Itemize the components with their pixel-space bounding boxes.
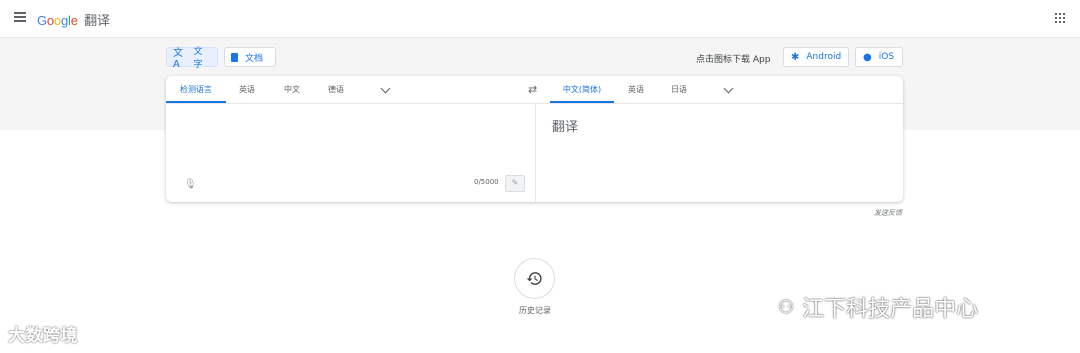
history-label: 历史记录 — [519, 306, 551, 315]
watermark-left-text: 大数跨境 — [8, 326, 78, 346]
history-icon — [526, 272, 542, 285]
microphone-icon[interactable]: 🎙 — [184, 179, 197, 190]
language-bar: 检测语言 英语 中文 德语 ⇄ 中文(简体) 英语 日语 — [166, 76, 903, 104]
watermark-right-text: 江下科技产品中心 — [802, 297, 979, 322]
logo-letter: G — [37, 13, 47, 28]
document-mode-button[interactable]: 文档 — [224, 47, 276, 67]
android-icon: ✱ — [791, 51, 800, 63]
logo-letter: o — [46, 13, 54, 28]
android-app-button[interactable]: ✱ Android — [783, 47, 849, 67]
logo-letter: g — [60, 13, 69, 28]
handwriting-pencil-icon[interactable]: ✎ — [505, 175, 525, 192]
character-counter: 0/5000 — [474, 178, 499, 186]
document-icon — [231, 52, 238, 62]
wechat-icon: ⚇ — [778, 296, 795, 318]
text-mode-label: 文字 — [193, 47, 203, 70]
tab-target-english[interactable]: 英语 — [621, 76, 651, 103]
tab-source-german[interactable]: 德语 — [321, 76, 351, 103]
android-label: Android — [806, 52, 842, 62]
watermark-right: ⚇ 江下科技产品中心 — [778, 291, 978, 323]
ios-label: iOS — [878, 52, 895, 62]
swap-icon[interactable]: ⇄ — [528, 83, 537, 96]
history-button[interactable] — [514, 258, 555, 299]
watermark-left: 大数跨境 — [8, 321, 78, 346]
tab-source-english[interactable]: 英语 — [232, 76, 262, 103]
tab-source-chinese[interactable]: 中文 — [277, 76, 307, 103]
apps-grid-icon[interactable] — [1055, 13, 1065, 23]
target-more-chevron-down-icon[interactable] — [723, 83, 734, 94]
apple-icon: ● — [863, 51, 872, 63]
text-mode-button[interactable]: 文A 文字 — [166, 47, 218, 70]
translate-icon: 文A — [173, 48, 183, 70]
ios-app-button[interactable]: ● iOS — [855, 47, 903, 67]
menu-icon[interactable] — [14, 12, 26, 22]
source-more-chevron-down-icon[interactable] — [380, 83, 391, 94]
translation-card: 检测语言 英语 中文 德语 ⇄ 中文(简体) 英语 日语 🎙 0/5000 ✎ … — [166, 76, 903, 202]
tab-detect-language[interactable]: 检测语言 — [166, 76, 226, 103]
product-name: 翻译 — [84, 14, 110, 29]
top-bar: Google 翻译 — [0, 0, 1080, 38]
logo-letter: e — [70, 13, 78, 28]
source-text-input[interactable] — [178, 112, 522, 176]
panel-divider — [535, 103, 536, 202]
tab-target-chinese-simplified[interactable]: 中文(简体) — [550, 76, 614, 103]
download-app-text: 点击图标下载 App — [696, 55, 771, 65]
google-translate-logo[interactable]: Google 翻译 — [37, 10, 110, 29]
document-mode-label: 文档 — [245, 53, 264, 64]
send-feedback-link[interactable]: 发送反馈 — [874, 208, 902, 218]
translation-output: 翻译 — [552, 120, 579, 135]
logo-letter: o — [53, 13, 61, 28]
tab-target-japanese[interactable]: 日语 — [664, 76, 694, 103]
